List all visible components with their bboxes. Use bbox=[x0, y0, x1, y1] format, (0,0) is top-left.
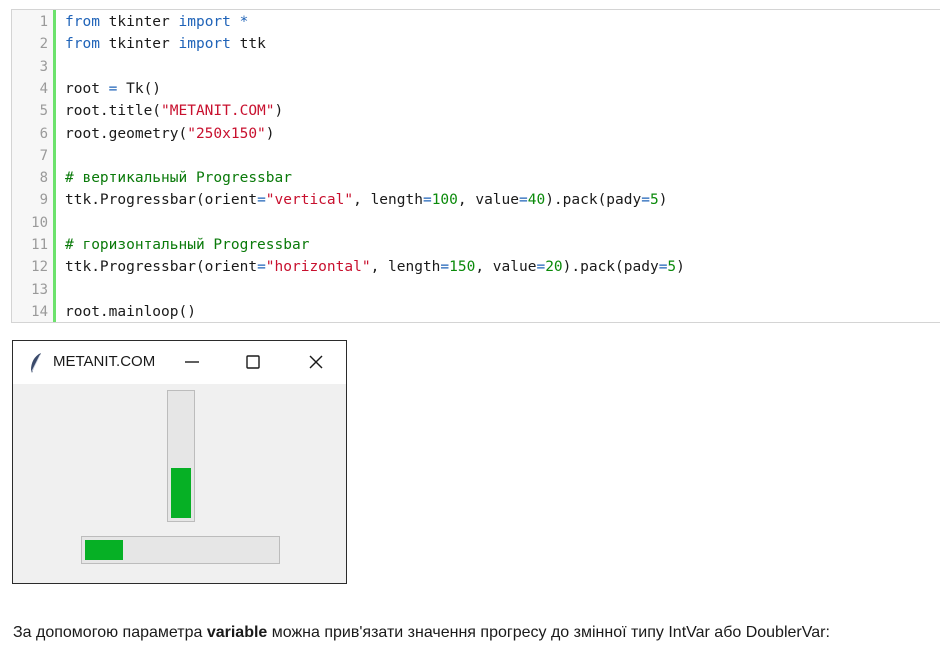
window-titlebar: METANIT.COM bbox=[13, 341, 346, 384]
line-number: 4 bbox=[39, 80, 48, 97]
line-number: 14 bbox=[31, 303, 48, 320]
line-number: 8 bbox=[39, 170, 48, 187]
code-token: root.mainloop() bbox=[65, 303, 196, 320]
code-token: = bbox=[519, 192, 528, 209]
line-number: 12 bbox=[31, 259, 48, 276]
line-number: 9 bbox=[39, 192, 48, 209]
code-token: * bbox=[230, 14, 249, 30]
line-number: 11 bbox=[31, 237, 48, 253]
code-token: "vertical" bbox=[265, 192, 354, 209]
variable-keyword: variable bbox=[206, 624, 268, 641]
code-token: "horizontal" bbox=[265, 259, 371, 276]
tk-window: METANIT.COM bbox=[12, 340, 347, 584]
line-number: 6 bbox=[39, 125, 48, 142]
code-text: root = Tk() bbox=[65, 78, 161, 100]
code-line: 14 root.mainloop() bbox=[12, 301, 940, 322]
line-number: 1 bbox=[39, 14, 48, 30]
code-token: ) bbox=[658, 192, 668, 209]
code-token: = bbox=[536, 259, 546, 276]
description-paragraph: За допомогою параметра variable можна пр… bbox=[13, 624, 830, 642]
code-line: 5 root.title("METANIT.COM") bbox=[12, 100, 940, 122]
code-token: import bbox=[178, 36, 231, 53]
code-token: 150 bbox=[449, 259, 476, 276]
code-token: ) bbox=[676, 259, 685, 276]
code-token: , value bbox=[457, 192, 519, 209]
code-text: root.geometry("250x150") bbox=[65, 123, 275, 145]
code-token: from bbox=[65, 36, 100, 53]
horizontal-progress-fill bbox=[85, 540, 123, 560]
horizontal-progressbar bbox=[81, 536, 280, 564]
paragraph-text-end: можна прив'язати значення прогресу до зм… bbox=[267, 624, 830, 641]
window-title: METANIT.COM bbox=[53, 353, 156, 370]
code-line: 13 bbox=[12, 279, 940, 301]
code-token: 5 bbox=[667, 259, 677, 276]
code-line: 1 from tkinter import * bbox=[12, 11, 940, 33]
code-token: = bbox=[641, 192, 650, 209]
code-line: 8 # вертикальный Progressbar bbox=[12, 167, 940, 189]
code-line: 4 root = Tk() bbox=[12, 78, 940, 100]
code-token: import bbox=[178, 14, 231, 30]
code-token: "METANIT.COM" bbox=[161, 103, 275, 120]
code-text: from tkinter import * bbox=[65, 11, 248, 33]
code-token: ) bbox=[274, 103, 284, 120]
vertical-progress-fill bbox=[171, 468, 191, 518]
code-token: , value bbox=[475, 259, 537, 276]
minimize-icon[interactable] bbox=[181, 351, 203, 373]
code-token: 100 bbox=[431, 192, 458, 209]
code-token: Tk() bbox=[117, 80, 162, 97]
code-token: , length bbox=[353, 192, 423, 209]
code-text: ttk.Progressbar(orient="vertical", lengt… bbox=[65, 189, 667, 211]
code-token: ttk.Progressbar(orient bbox=[65, 259, 258, 276]
code-token: ).pack(pady bbox=[545, 192, 642, 209]
code-line: 9 ttk.Progressbar(orient="vertical", leng… bbox=[12, 189, 940, 211]
code-line: 11 # горизонтальный Progressbar bbox=[12, 234, 940, 256]
code-line: 2 from tkinter import ttk bbox=[12, 33, 940, 55]
code-token: 5 bbox=[649, 192, 659, 209]
line-number: 5 bbox=[39, 103, 48, 120]
code-token: ttk.Progressbar(orient bbox=[65, 192, 258, 209]
code-token: tkinter bbox=[99, 14, 179, 30]
line-number: 10 bbox=[31, 214, 48, 231]
line-number: 3 bbox=[39, 58, 48, 75]
code-text: ttk.Progressbar(orient="horizontal", len… bbox=[65, 256, 685, 278]
code-text: from tkinter import ttk bbox=[65, 33, 266, 55]
code-line: 3 bbox=[12, 56, 940, 78]
code-line: 12 ttk.Progressbar(orient="horizontal", l… bbox=[12, 256, 940, 278]
close-icon[interactable] bbox=[305, 351, 327, 373]
code-token: ).pack(pady bbox=[562, 259, 659, 276]
code-token: = bbox=[422, 192, 432, 209]
code-line: 6 root.geometry("250x150") bbox=[12, 123, 940, 145]
code-token: 40 bbox=[527, 192, 546, 209]
code-text: # горизонтальный Progressbar bbox=[65, 234, 309, 256]
maximize-icon[interactable] bbox=[242, 351, 264, 373]
code-token: , length bbox=[370, 259, 441, 276]
code-token: # горизонтальный Progressbar bbox=[65, 237, 310, 253]
code-token: ) bbox=[265, 125, 275, 142]
code-line: 10 bbox=[12, 212, 940, 234]
code-token: root.geometry( bbox=[65, 125, 188, 142]
code-token: root.title( bbox=[65, 103, 162, 120]
paragraph-text-start: За допомогою параметра bbox=[13, 624, 207, 641]
code-text: # вертикальный Progressbar bbox=[65, 167, 292, 189]
code-token: = bbox=[440, 259, 450, 276]
vertical-progressbar bbox=[167, 390, 195, 522]
code-token: = bbox=[257, 192, 266, 209]
code-text: root.title("METANIT.COM") bbox=[65, 100, 283, 122]
line-number: 7 bbox=[39, 147, 48, 164]
code-token: # вертикальный Progressbar bbox=[65, 170, 292, 187]
code-token: = bbox=[257, 259, 266, 276]
code-token: root bbox=[65, 80, 109, 97]
code-token: from bbox=[65, 14, 100, 30]
feather-icon bbox=[31, 353, 41, 373]
code-token: 20 bbox=[545, 259, 563, 276]
line-number: 13 bbox=[31, 281, 48, 298]
code-token: "250x150" bbox=[187, 125, 266, 142]
line-number: 2 bbox=[39, 36, 48, 53]
code-token: tkinter bbox=[99, 36, 179, 53]
code-text: root.mainloop() bbox=[65, 301, 196, 322]
code-block: 1 from tkinter import * 2 from tkinter impo… bbox=[11, 9, 940, 323]
code-line: 7 bbox=[12, 145, 940, 167]
code-token: ttk bbox=[230, 36, 266, 53]
